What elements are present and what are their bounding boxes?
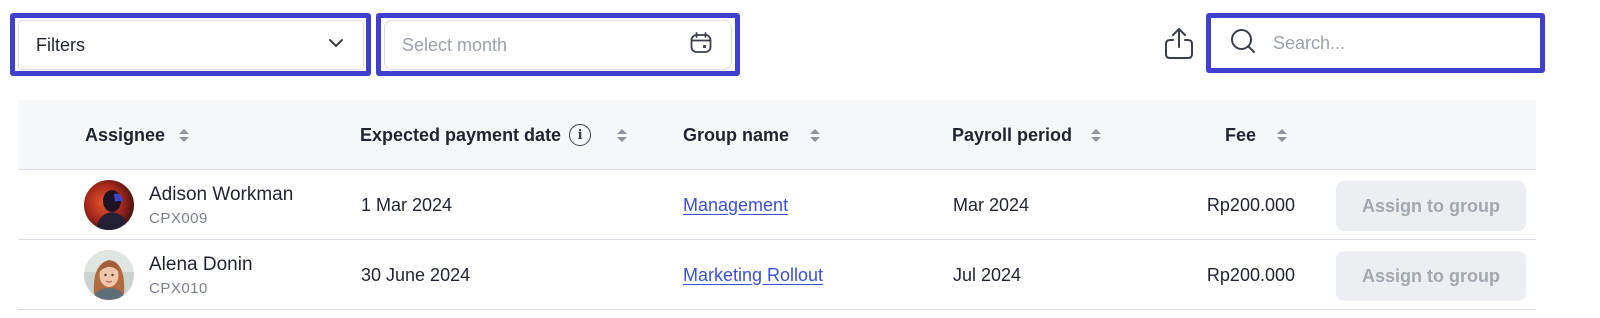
group-link-cell: Marketing Rollout xyxy=(683,240,823,310)
assignee-code: CPX010 xyxy=(149,279,208,297)
sort-icon[interactable] xyxy=(617,128,628,142)
filters-label: Filters xyxy=(36,34,85,55)
sort-icon[interactable] xyxy=(179,128,190,142)
payment-date: 1 Mar 2024 xyxy=(361,194,453,215)
assign-to-group-button[interactable]: Assign to group xyxy=(1336,181,1526,231)
fee: Rp200.000 xyxy=(1206,264,1295,285)
column-header-fee[interactable]: Fee xyxy=(1225,100,1288,170)
table-row: Alena Donin CPX010 30 June 2024 Marketin… xyxy=(18,240,1536,310)
payment-date: 30 June 2024 xyxy=(361,264,471,285)
assignee-code: CPX009 xyxy=(149,209,208,227)
search-icon xyxy=(1229,27,1257,60)
chevron-down-icon xyxy=(327,34,345,57)
sort-icon[interactable] xyxy=(810,128,821,142)
table-row: Adison Workman CPX009 1 Mar 2024 Managem… xyxy=(18,170,1536,240)
payroll-table: Assignee Expected payment date i Group n… xyxy=(18,100,1536,310)
sort-icon[interactable] xyxy=(1277,128,1288,142)
upload-icon xyxy=(1163,26,1195,65)
fee: Rp200.000 xyxy=(1206,194,1295,215)
group-link-cell: Management xyxy=(683,170,788,240)
group-link[interactable]: Management xyxy=(683,195,788,216)
column-label: Assignee xyxy=(85,124,166,145)
column-header-payroll-period[interactable]: Payroll period xyxy=(952,100,1102,170)
sort-icon[interactable] xyxy=(1091,128,1102,142)
assignee-name: Alena Donin xyxy=(149,253,253,275)
column-header-expected-payment-date[interactable]: Expected payment date i xyxy=(360,100,628,170)
column-label: Expected payment date xyxy=(360,124,562,145)
month-placeholder: Select month xyxy=(402,34,508,55)
assign-to-group-button[interactable]: Assign to group xyxy=(1336,251,1526,301)
month-picker[interactable]: Select month xyxy=(384,20,732,70)
column-header-group-name[interactable]: Group name xyxy=(683,100,821,170)
column-header-assignee[interactable]: Assignee xyxy=(85,100,190,170)
payroll-period: Jul 2024 xyxy=(953,264,1022,285)
assignee-cell: Adison Workman CPX009 xyxy=(149,170,293,240)
avatar xyxy=(84,180,134,230)
search-placeholder: Search... xyxy=(1273,32,1346,53)
column-label: Fee xyxy=(1225,124,1257,145)
avatar xyxy=(84,250,134,300)
column-label: Payroll period xyxy=(952,124,1073,145)
assignee-cell: Alena Donin CPX010 xyxy=(149,240,253,310)
calendar-icon[interactable] xyxy=(689,31,713,60)
group-link[interactable]: Marketing Rollout xyxy=(683,265,823,286)
assignee-name: Adison Workman xyxy=(149,183,294,205)
filters-dropdown[interactable]: Filters xyxy=(18,20,364,70)
export-button[interactable] xyxy=(1162,27,1196,63)
search-input[interactable]: Search... xyxy=(1213,20,1537,66)
column-label: Group name xyxy=(683,124,790,145)
table-header: Assignee Expected payment date i Group n… xyxy=(18,100,1536,170)
info-icon[interactable]: i xyxy=(569,124,592,146)
payroll-period: Mar 2024 xyxy=(953,194,1030,215)
